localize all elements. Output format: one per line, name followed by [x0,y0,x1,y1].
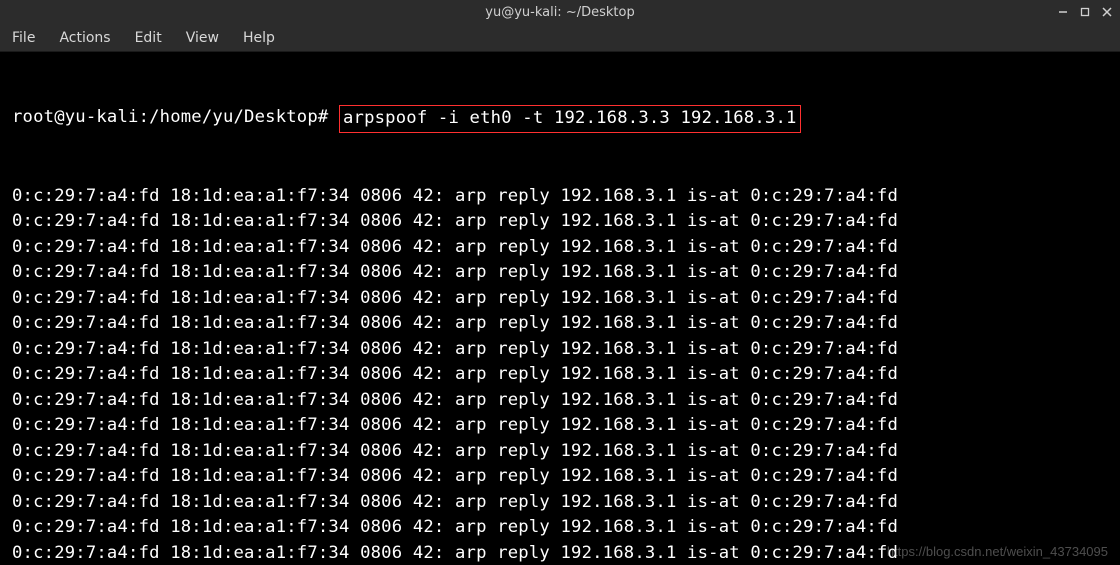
output-line: 0:c:29:7:a4:fd 18:1d:ea:a1:f7:34 0806 42… [12,464,1112,490]
window-titlebar: yu@yu-kali: ~/Desktop [0,0,1120,24]
output-line: 0:c:29:7:a4:fd 18:1d:ea:a1:f7:34 0806 42… [12,439,1112,465]
terminal-output: 0:c:29:7:a4:fd 18:1d:ea:a1:f7:34 0806 42… [12,184,1112,565]
output-line: 0:c:29:7:a4:fd 18:1d:ea:a1:f7:34 0806 42… [12,490,1112,516]
menu-edit[interactable]: Edit [135,30,162,46]
maximize-button[interactable] [1078,5,1092,19]
output-line: 0:c:29:7:a4:fd 18:1d:ea:a1:f7:34 0806 42… [12,260,1112,286]
menu-view[interactable]: View [186,30,219,46]
output-line: 0:c:29:7:a4:fd 18:1d:ea:a1:f7:34 0806 42… [12,362,1112,388]
prompt-line: root@yu-kali:/home/yu/Desktop# arpspoof … [12,105,1112,133]
output-line: 0:c:29:7:a4:fd 18:1d:ea:a1:f7:34 0806 42… [12,388,1112,414]
menu-actions[interactable]: Actions [59,30,110,46]
terminal-area[interactable]: root@yu-kali:/home/yu/Desktop# arpspoof … [0,52,1120,565]
output-line: 0:c:29:7:a4:fd 18:1d:ea:a1:f7:34 0806 42… [12,541,1112,565]
menu-help[interactable]: Help [243,30,275,46]
output-line: 0:c:29:7:a4:fd 18:1d:ea:a1:f7:34 0806 42… [12,235,1112,261]
window-title: yu@yu-kali: ~/Desktop [485,5,634,20]
output-line: 0:c:29:7:a4:fd 18:1d:ea:a1:f7:34 0806 42… [12,209,1112,235]
output-line: 0:c:29:7:a4:fd 18:1d:ea:a1:f7:34 0806 42… [12,286,1112,312]
menubar: File Actions Edit View Help [0,24,1120,52]
close-button[interactable] [1100,5,1114,19]
menu-file[interactable]: File [12,30,35,46]
minimize-button[interactable] [1056,5,1070,19]
command-highlight-box: arpspoof -i eth0 -t 192.168.3.3 192.168.… [339,105,801,133]
output-line: 0:c:29:7:a4:fd 18:1d:ea:a1:f7:34 0806 42… [12,337,1112,363]
output-line: 0:c:29:7:a4:fd 18:1d:ea:a1:f7:34 0806 42… [12,184,1112,210]
window-controls [1056,0,1114,24]
command-text: arpspoof -i eth0 -t 192.168.3.3 192.168.… [343,108,797,128]
shell-prompt: root@yu-kali:/home/yu/Desktop# [12,105,339,133]
output-line: 0:c:29:7:a4:fd 18:1d:ea:a1:f7:34 0806 42… [12,413,1112,439]
output-line: 0:c:29:7:a4:fd 18:1d:ea:a1:f7:34 0806 42… [12,515,1112,541]
output-line: 0:c:29:7:a4:fd 18:1d:ea:a1:f7:34 0806 42… [12,311,1112,337]
